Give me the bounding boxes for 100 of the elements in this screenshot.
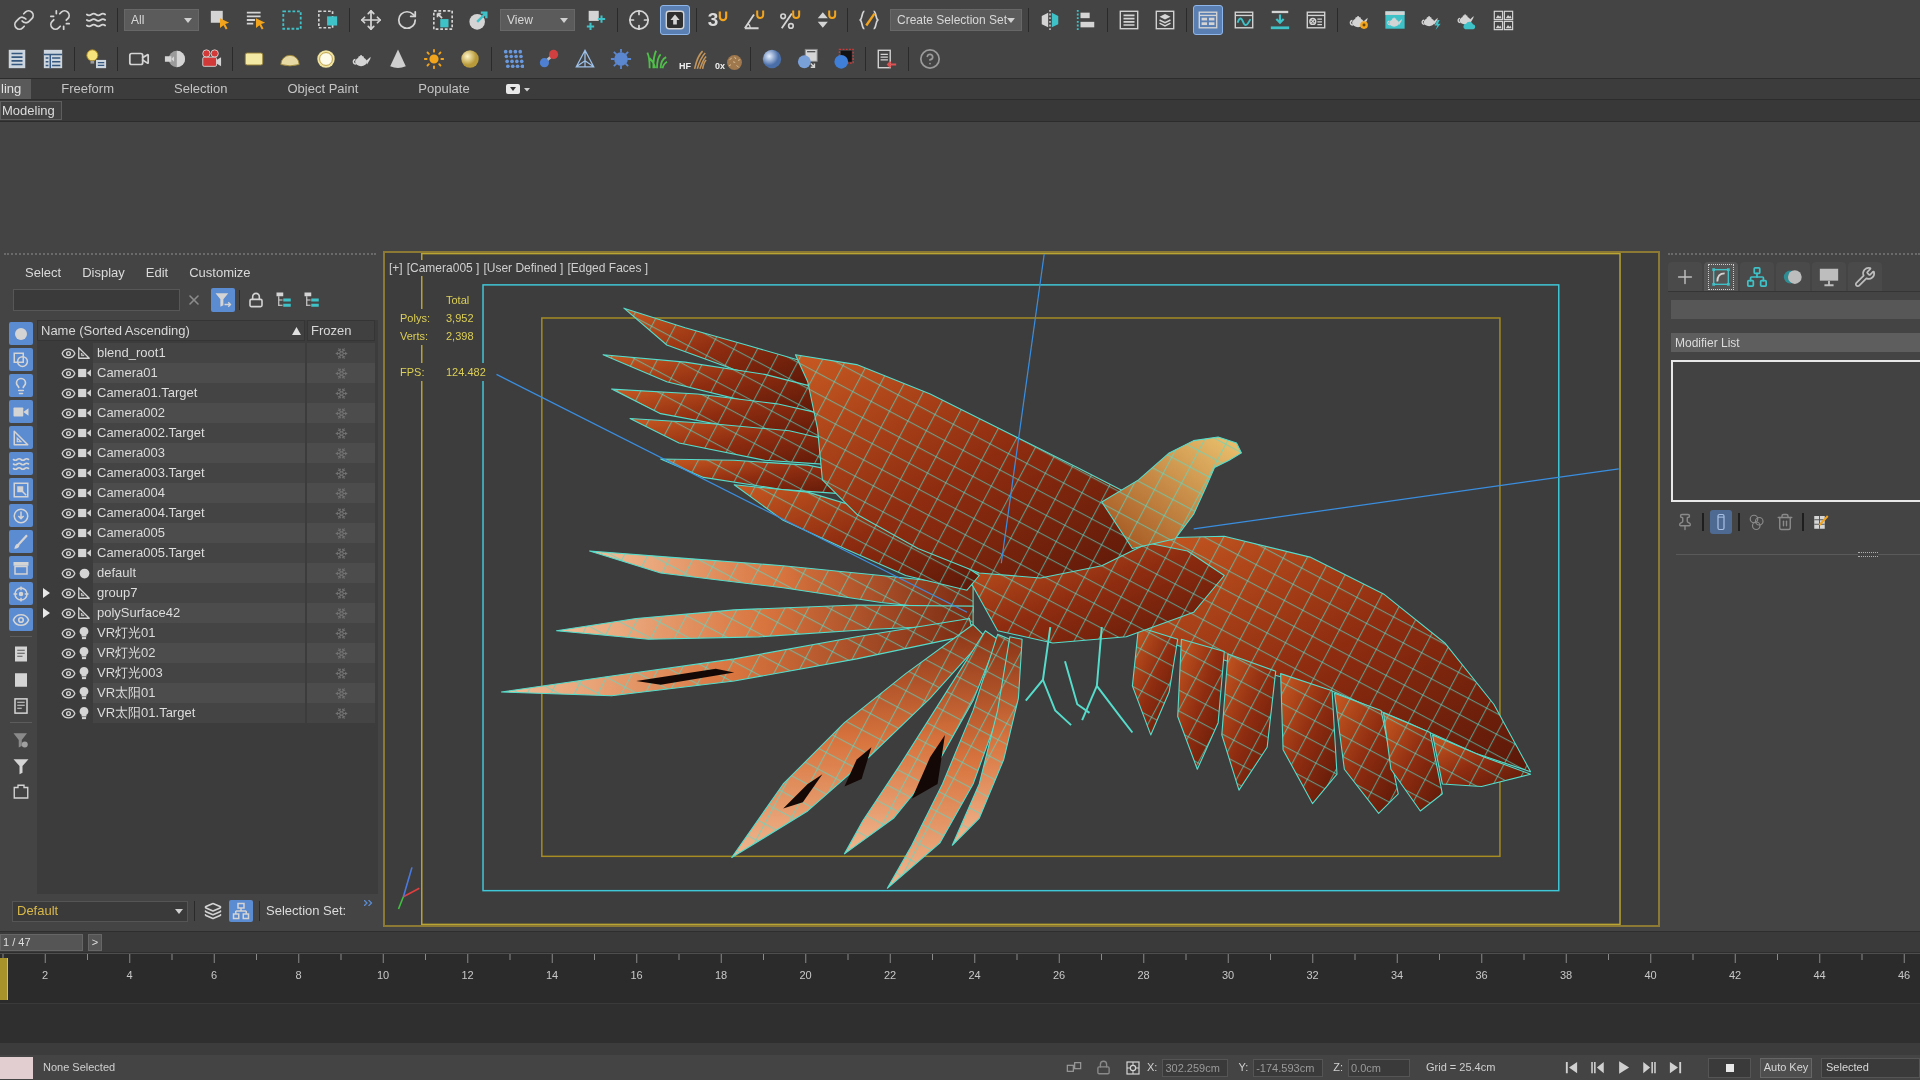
- frozen-cell[interactable]: [307, 683, 375, 703]
- tree-item[interactable]: Camera01: [93, 363, 305, 383]
- frozen-cell[interactable]: [307, 663, 375, 683]
- funnel-gear-icon[interactable]: [11, 730, 30, 749]
- frozen-cell[interactable]: [307, 483, 375, 503]
- arrow-square-button[interactable]: [660, 5, 690, 35]
- rotate-icon[interactable]: [396, 9, 418, 31]
- eye-icon[interactable]: [60, 625, 76, 641]
- ribbon-tab[interactable]: ling: [0, 79, 32, 99]
- unlink-icon[interactable]: [49, 9, 71, 31]
- time-slider-track[interactable]: 1 / 47 >: [0, 931, 1920, 953]
- spheres-frame-icon[interactable]: [833, 48, 855, 70]
- step-forward-icon[interactable]: [1642, 1060, 1657, 1075]
- archive-box-button[interactable]: [8, 556, 33, 579]
- camera-button[interactable]: [8, 400, 33, 423]
- eye-icon[interactable]: [60, 685, 76, 701]
- auto-key-button[interactable]: Auto Key: [1760, 1057, 1812, 1078]
- eye-icon[interactable]: [60, 525, 76, 541]
- help-icon[interactable]: [919, 48, 941, 70]
- step-back-icon[interactable]: [1590, 1060, 1605, 1075]
- pin-icon[interactable]: [1676, 513, 1694, 531]
- circle-arrow-button[interactable]: [8, 504, 33, 527]
- viewport-label[interactable]: [+]: [389, 260, 403, 276]
- tree-item[interactable]: Camera005: [93, 523, 305, 543]
- sun-icon[interactable]: [423, 48, 445, 70]
- eye-icon[interactable]: [60, 345, 76, 361]
- teapot-window-icon[interactable]: [1384, 9, 1406, 31]
- eye-icon[interactable]: [60, 425, 76, 441]
- tree-item[interactable]: Camera004: [93, 483, 305, 503]
- grid-pencil-icon[interactable]: [1812, 513, 1830, 531]
- two-column-window-button[interactable]: [1193, 5, 1223, 35]
- eye-icon[interactable]: [60, 545, 76, 561]
- camera-reel-icon[interactable]: [200, 48, 222, 70]
- coordinate-field[interactable]: 0.0cm: [1348, 1058, 1410, 1077]
- ruler-triangle-button[interactable]: [8, 426, 33, 449]
- fur-ball-icon[interactable]: [726, 54, 743, 71]
- modifier-list-dropdown[interactable]: Modifier List: [1671, 333, 1920, 352]
- frozen-cell[interactable]: [307, 363, 375, 383]
- set-key-button[interactable]: [1708, 1057, 1751, 1078]
- ribbon-tab[interactable]: Object Paint: [257, 79, 389, 99]
- search-field[interactable]: [13, 289, 180, 311]
- tree-item[interactable]: VR灯光003: [93, 663, 305, 683]
- ribbon-tab[interactable]: Selection: [144, 79, 258, 99]
- layers-window-icon[interactable]: [1154, 9, 1176, 31]
- tree-item[interactable]: Camera005.Target: [93, 543, 305, 563]
- eye-icon[interactable]: [60, 405, 76, 421]
- panel-tab[interactable]: [1668, 262, 1702, 291]
- tree-item[interactable]: Camera002.Target: [93, 423, 305, 443]
- script-input-field[interactable]: [0, 1056, 33, 1079]
- skip-forward-icon[interactable]: [1668, 1060, 1683, 1075]
- frozen-cell[interactable]: [307, 563, 375, 583]
- panel-toggle-icon[interactable]: [505, 83, 532, 95]
- percent-snap-icon[interactable]: [779, 9, 801, 31]
- track-bar[interactable]: 2 4 6 8 10 12 14 16 18 20 22 24 26 28 30 32 34 36 38 40 42 44 46: [0, 953, 1920, 1003]
- tree-item[interactable]: VR灯光02: [93, 643, 305, 663]
- trash-icon[interactable]: [1776, 513, 1794, 531]
- pyramid-frame-icon[interactable]: [574, 48, 596, 70]
- glowing-circle-icon[interactable]: [315, 48, 337, 70]
- scale-icon[interactable]: [432, 9, 454, 31]
- eye-icon[interactable]: [60, 665, 76, 681]
- ribbon-tab[interactable]: Freeform: [31, 79, 144, 99]
- tree-item[interactable]: Camera003.Target: [93, 463, 305, 483]
- tree-item[interactable]: Camera003: [93, 443, 305, 463]
- current-frame-marker[interactable]: [0, 958, 8, 1000]
- dot-grid-icon[interactable]: [502, 48, 524, 70]
- funnel-arrow-button[interactable]: [211, 288, 235, 312]
- panel-tab[interactable]: [1812, 262, 1846, 291]
- sphere-button[interactable]: [8, 322, 33, 345]
- selection-filter-dropdown[interactable]: All: [124, 9, 199, 31]
- skip-back-icon[interactable]: [1564, 1060, 1579, 1075]
- tree-item[interactable]: polySurface42: [93, 603, 305, 623]
- menu-item[interactable]: Customize: [189, 263, 251, 283]
- viewport-label[interactable]: [User Defined ]: [483, 260, 564, 276]
- image-grid-icon[interactable]: [1492, 9, 1514, 31]
- modifier-stack-list[interactable]: [1671, 360, 1920, 502]
- waves-button[interactable]: [8, 452, 33, 475]
- frozen-cell[interactable]: [307, 503, 375, 523]
- snap-toggle-button[interactable]: 3: [703, 5, 733, 35]
- caret-right-icon[interactable]: [43, 608, 51, 618]
- bulb-button[interactable]: [8, 374, 33, 397]
- frozen-cell[interactable]: [307, 383, 375, 403]
- list-panel-icon[interactable]: [6, 48, 28, 70]
- hair-icon[interactable]: [692, 49, 707, 71]
- eye-icon[interactable]: [60, 565, 76, 581]
- ring-button[interactable]: [8, 582, 33, 605]
- angle-snap-icon[interactable]: [743, 9, 765, 31]
- move-icon[interactable]: [360, 9, 382, 31]
- square-cursor-icon[interactable]: [209, 9, 231, 31]
- frozen-cell[interactable]: [307, 543, 375, 563]
- frozen-cell[interactable]: [307, 703, 375, 723]
- crosshair-icon[interactable]: [628, 9, 650, 31]
- window-arrow-icon[interactable]: [876, 48, 898, 70]
- sphere-window-icon[interactable]: [797, 48, 819, 70]
- panel-tab[interactable]: [1848, 262, 1882, 291]
- braces-pencil-icon[interactable]: [858, 9, 880, 31]
- frame-icon[interactable]: [11, 782, 30, 801]
- bulb-panel-icon[interactable]: [85, 48, 107, 70]
- frozen-cell[interactable]: [307, 343, 375, 363]
- menu-item[interactable]: Display: [82, 263, 125, 283]
- viewport-label[interactable]: [Camera005 ]: [406, 260, 480, 276]
